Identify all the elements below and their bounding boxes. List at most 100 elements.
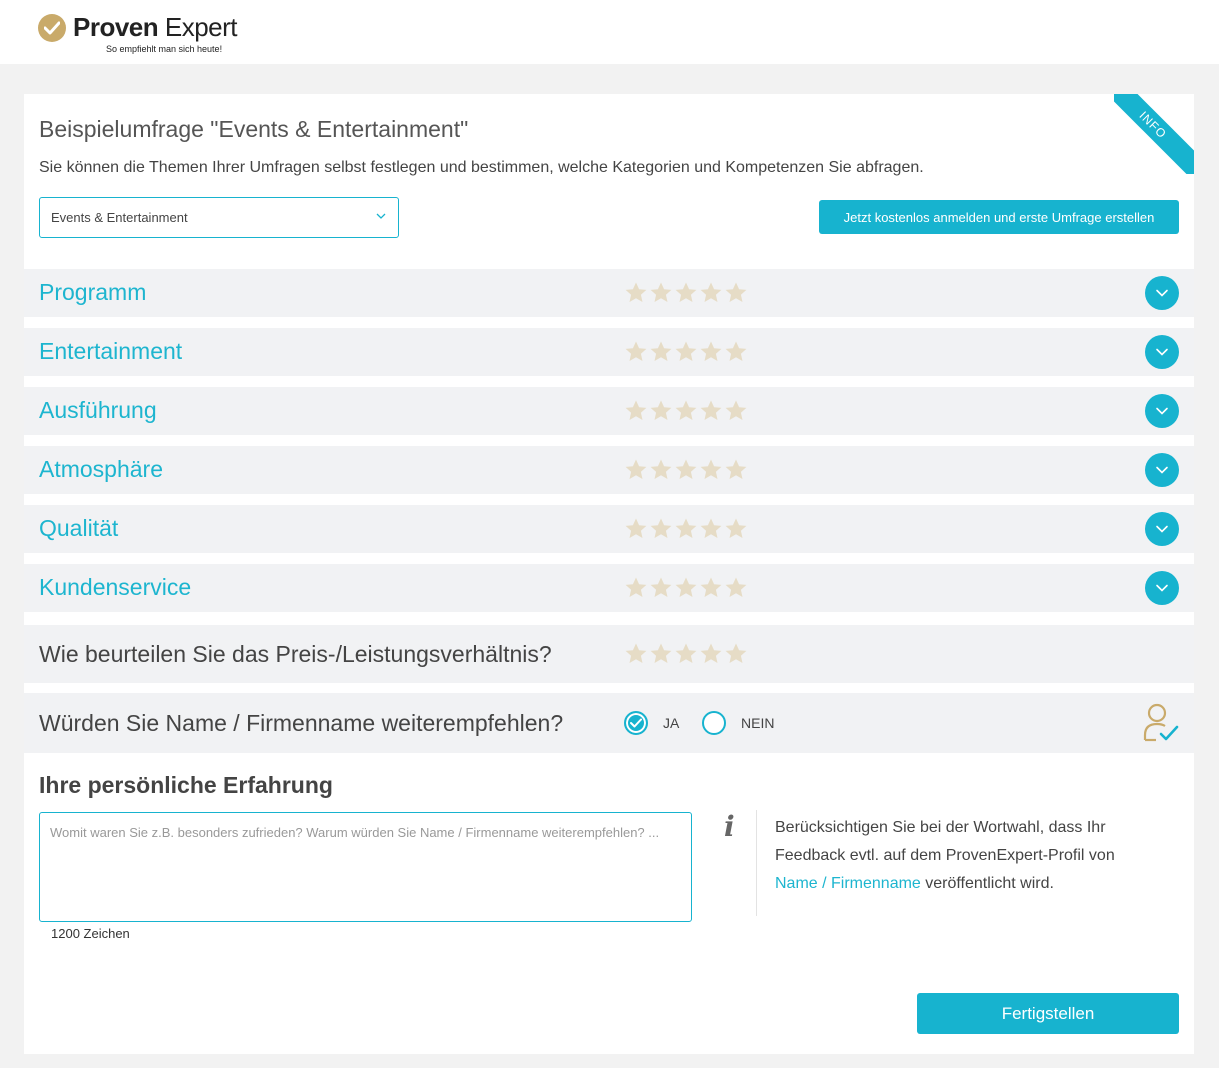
category-row: Programm — [24, 269, 1194, 317]
chevron-down-icon — [1156, 584, 1168, 592]
category-star-1[interactable] — [624, 517, 648, 541]
category-select[interactable]: Events & Entertainment — [39, 197, 399, 238]
experience-textarea[interactable] — [39, 812, 692, 922]
category-label[interactable]: Kundenservice — [39, 574, 191, 601]
category-star-rating[interactable] — [624, 458, 748, 482]
price-star-3[interactable] — [674, 642, 698, 666]
info-icon: i — [724, 810, 735, 843]
category-star-5[interactable] — [724, 576, 748, 600]
category-star-4[interactable] — [699, 281, 723, 305]
category-star-1[interactable] — [624, 281, 648, 305]
recommend-question: Würden Sie Name / Firmenname weiterempfe… — [39, 710, 564, 736]
category-star-3[interactable] — [674, 340, 698, 364]
expand-category-button[interactable] — [1145, 394, 1179, 428]
category-star-rating[interactable] — [624, 281, 748, 305]
category-star-3[interactable] — [674, 399, 698, 423]
chevron-down-icon — [1156, 466, 1168, 474]
price-star-1[interactable] — [624, 642, 648, 666]
category-star-rating[interactable] — [624, 399, 748, 423]
price-star-rating[interactable] — [624, 642, 748, 666]
signup-cta-button[interactable]: Jetzt kostenlos anmelden und erste Umfra… — [819, 200, 1179, 234]
finish-button[interactable]: Fertigstellen — [917, 993, 1179, 1034]
category-star-rating[interactable] — [624, 340, 748, 364]
category-star-1[interactable] — [624, 458, 648, 482]
expand-category-button[interactable] — [1145, 453, 1179, 487]
price-performance-row: Wie beurteilen Sie das Preis-/Leistungsv… — [24, 625, 1194, 683]
info-divider — [756, 810, 757, 916]
survey-title: Beispielumfrage "Events & Entertainment" — [39, 116, 469, 142]
profile-name-link[interactable]: Name / Firmenname — [775, 875, 921, 892]
category-star-4[interactable] — [699, 399, 723, 423]
category-star-4[interactable] — [699, 340, 723, 364]
logo-tagline: So empfiehlt man sich heute! — [106, 44, 223, 54]
category-row: Atmosphäre — [24, 446, 1194, 494]
category-row: Qualität — [24, 505, 1194, 553]
category-star-5[interactable] — [724, 281, 748, 305]
publication-notice-text-end: veröffentlicht wird. — [920, 875, 1054, 892]
recommend-yes-label[interactable]: JA — [663, 715, 679, 731]
recommend-no-label[interactable]: NEIN — [741, 715, 774, 731]
category-star-5[interactable] — [724, 399, 748, 423]
category-star-1[interactable] — [624, 399, 648, 423]
price-star-2[interactable] — [649, 642, 673, 666]
price-star-5[interactable] — [724, 642, 748, 666]
expand-category-button[interactable] — [1145, 276, 1179, 310]
category-star-2[interactable] — [649, 281, 673, 305]
character-count: 1200 Zeichen — [51, 926, 130, 941]
category-label[interactable]: Programm — [39, 279, 146, 306]
chevron-down-icon — [1156, 407, 1168, 415]
price-performance-question: Wie beurteilen Sie das Preis-/Leistungsv… — [39, 641, 552, 667]
chevron-down-icon — [1156, 289, 1168, 297]
category-star-4[interactable] — [699, 517, 723, 541]
logo-wordmark: Proven Expert — [73, 12, 238, 42]
publication-notice-text: Berücksichtigen Sie bei der Wortwahl, da… — [775, 819, 1115, 864]
category-label[interactable]: Qualität — [39, 515, 118, 542]
category-star-2[interactable] — [649, 576, 673, 600]
chevron-down-icon — [1156, 525, 1168, 533]
category-label[interactable]: Entertainment — [39, 338, 182, 365]
category-star-2[interactable] — [649, 340, 673, 364]
info-ribbon-label[interactable]: INFO — [1114, 94, 1194, 174]
category-row: Ausführung — [24, 387, 1194, 435]
category-star-3[interactable] — [674, 458, 698, 482]
category-star-5[interactable] — [724, 517, 748, 541]
category-star-2[interactable] — [649, 458, 673, 482]
category-star-2[interactable] — [649, 517, 673, 541]
category-star-3[interactable] — [674, 517, 698, 541]
provenexpert-logo[interactable]: Proven Expert So empfiehlt man sich heut… — [38, 12, 248, 58]
category-star-rating[interactable] — [624, 576, 748, 600]
category-star-5[interactable] — [724, 340, 748, 364]
info-ribbon[interactable]: INFO — [1114, 94, 1194, 174]
top-header: Proven Expert So empfiehlt man sich heut… — [0, 0, 1219, 64]
category-label[interactable]: Atmosphäre — [39, 456, 163, 483]
category-star-4[interactable] — [699, 458, 723, 482]
publication-notice: Berücksichtigen Sie bei der Wortwahl, da… — [775, 814, 1155, 898]
category-star-3[interactable] — [674, 281, 698, 305]
category-star-rating[interactable] — [624, 517, 748, 541]
expand-category-button[interactable] — [1145, 512, 1179, 546]
survey-card: INFO Beispielumfrage "Events & Entertain… — [24, 94, 1194, 1054]
category-star-4[interactable] — [699, 576, 723, 600]
recommend-no-radio[interactable] — [702, 711, 726, 735]
checkmark-logo-icon — [38, 14, 66, 42]
category-select-value: Events & Entertainment — [51, 210, 188, 225]
chevron-down-icon — [1156, 348, 1168, 356]
category-label[interactable]: Ausführung — [39, 397, 157, 424]
experience-title: Ihre persönliche Erfahrung — [39, 772, 333, 798]
chevron-down-icon — [376, 213, 386, 219]
expand-category-button[interactable] — [1145, 335, 1179, 369]
category-star-3[interactable] — [674, 576, 698, 600]
category-star-1[interactable] — [624, 340, 648, 364]
category-star-5[interactable] — [724, 458, 748, 482]
verified-user-icon — [1143, 703, 1179, 742]
checkmark-icon — [630, 718, 642, 728]
recommend-row: Würden Sie Name / Firmenname weiterempfe… — [24, 693, 1194, 753]
category-star-1[interactable] — [624, 576, 648, 600]
category-row: Kundenservice — [24, 564, 1194, 612]
expand-category-button[interactable] — [1145, 571, 1179, 605]
price-star-4[interactable] — [699, 642, 723, 666]
category-row: Entertainment — [24, 328, 1194, 376]
category-star-2[interactable] — [649, 399, 673, 423]
recommend-yes-radio[interactable] — [624, 711, 648, 735]
survey-description: Sie können die Themen Ihrer Umfragen sel… — [39, 159, 924, 176]
